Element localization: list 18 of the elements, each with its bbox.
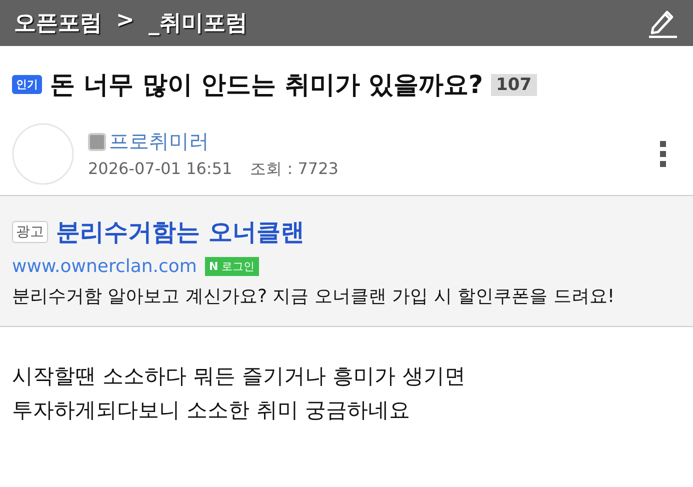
post-text: 시작할땐 소소하다 뭐든 즐기거나 흥미가 생기면: [12, 363, 466, 390]
view-count: 조회 : 7723: [250, 159, 338, 180]
ad-title[interactable]: 분리수거함는 오너클랜: [56, 216, 304, 248]
post-title: 돈 너무 많이 안드는 취미가 있을까요?: [50, 69, 484, 101]
popular-badge: 인기: [12, 75, 42, 94]
level-icon: [88, 132, 106, 150]
author-name[interactable]: 프로취미러: [109, 128, 209, 155]
comment-count[interactable]: 107: [491, 74, 537, 96]
more-icon[interactable]: [659, 140, 667, 168]
avatar: [12, 123, 74, 185]
breadcrumb-item[interactable]: _취미포럼: [148, 8, 248, 38]
post-date: 2026-07-01 16:51: [88, 159, 232, 180]
ad-label: 광고: [12, 221, 48, 243]
breadcrumb-item[interactable]: 오픈포럼: [14, 8, 102, 38]
ad-description: 분리수거함 알아보고 계신가요? 지금 오너클랜 가입 시 할인쿠폰을 드려요!: [12, 285, 616, 309]
post-text: 투자하게되다보니 소소한 취미 궁금하네요: [12, 397, 412, 424]
breadcrumb-item[interactable]: >: [116, 8, 134, 38]
ad-url[interactable]: www.ownerclan.com: [12, 256, 197, 277]
